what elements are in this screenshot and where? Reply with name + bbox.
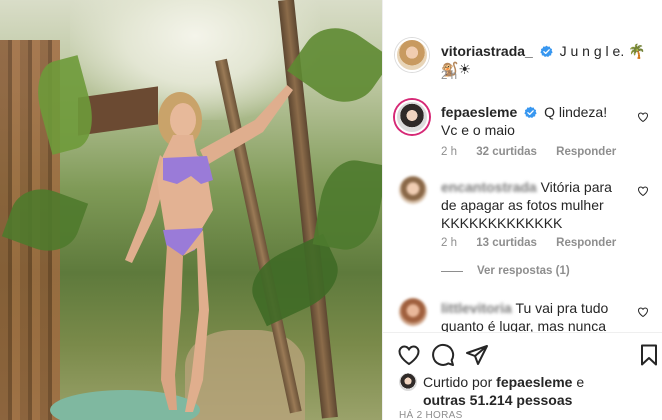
- commenter-avatar[interactable]: [395, 100, 429, 134]
- heart-icon[interactable]: [397, 343, 421, 367]
- likes-count-link[interactable]: outras 51.214 pessoas: [423, 392, 572, 408]
- paper-plane-icon[interactable]: [465, 343, 489, 367]
- timestamp[interactable]: 2 h: [441, 146, 457, 158]
- palm-leaf: [312, 155, 382, 255]
- verified-badge-icon: [524, 106, 537, 119]
- commenter-username[interactable]: littlevitoria: [441, 300, 512, 316]
- comments-panel: vitoriastrada_ J u n g l e. 🌴🐒☀ 2 h fepa…: [382, 0, 662, 420]
- commenter-avatar[interactable]: [399, 298, 427, 326]
- timestamp[interactable]: 2 h: [441, 237, 457, 249]
- liker-avatar[interactable]: [399, 373, 417, 391]
- caption-timestamp: 2 h: [441, 70, 457, 82]
- post-photo[interactable]: [0, 0, 382, 420]
- timestamp[interactable]: 2 h: [441, 70, 457, 82]
- divider: [441, 270, 463, 272]
- comment-bubble-icon[interactable]: [431, 343, 455, 367]
- avatar[interactable]: [405, 0, 433, 6]
- reply-button[interactable]: Responder: [556, 146, 616, 158]
- liked-by-summary: Curtido por fepaesleme e outras 51.214 p…: [399, 373, 649, 409]
- post-timestamp[interactable]: HÁ 2 HORAS: [399, 410, 463, 420]
- author-username[interactable]: vitoriastrada_: [441, 43, 533, 59]
- comment: encantostrada Vitória para de apagar as …: [441, 178, 626, 232]
- comment-like-heart-icon[interactable]: [637, 185, 649, 197]
- comment-meta: 2 h 32 curtidas Responder: [441, 146, 632, 158]
- verified-badge-icon: [540, 45, 553, 58]
- comment-likes-count[interactable]: 32 curtidas: [476, 146, 537, 158]
- comment-meta: 2 h 13 curtidas Responder: [441, 237, 632, 249]
- comment: fepaesleme Q lindeza! Vc e o maio: [441, 103, 626, 139]
- comment-likes-count[interactable]: 13 curtidas: [476, 237, 537, 249]
- commenter-username[interactable]: encantostrada: [441, 179, 537, 195]
- bookmark-icon[interactable]: [637, 343, 661, 367]
- liker-username[interactable]: fepaesleme: [496, 374, 572, 390]
- reply-button[interactable]: Responder: [556, 237, 616, 249]
- author-avatar[interactable]: [395, 38, 429, 72]
- commenter-username[interactable]: fepaesleme: [441, 104, 517, 120]
- commenter-avatar[interactable]: [399, 176, 427, 204]
- woman-figure: [125, 85, 293, 412]
- view-replies-label: Ver respostas (1): [477, 265, 570, 277]
- post-caption: vitoriastrada_ J u n g l e. 🌴🐒☀: [441, 42, 651, 78]
- post-actions-bar: Curtido por fepaesleme e outras 51.214 p…: [383, 332, 662, 420]
- comment-like-heart-icon[interactable]: [637, 306, 649, 318]
- liked-by-conjunction: e: [576, 374, 585, 390]
- liked-by-prefix: Curtido por: [423, 374, 493, 390]
- view-replies-button[interactable]: Ver respostas (1): [441, 265, 570, 277]
- comment-like-heart-icon[interactable]: [637, 111, 649, 123]
